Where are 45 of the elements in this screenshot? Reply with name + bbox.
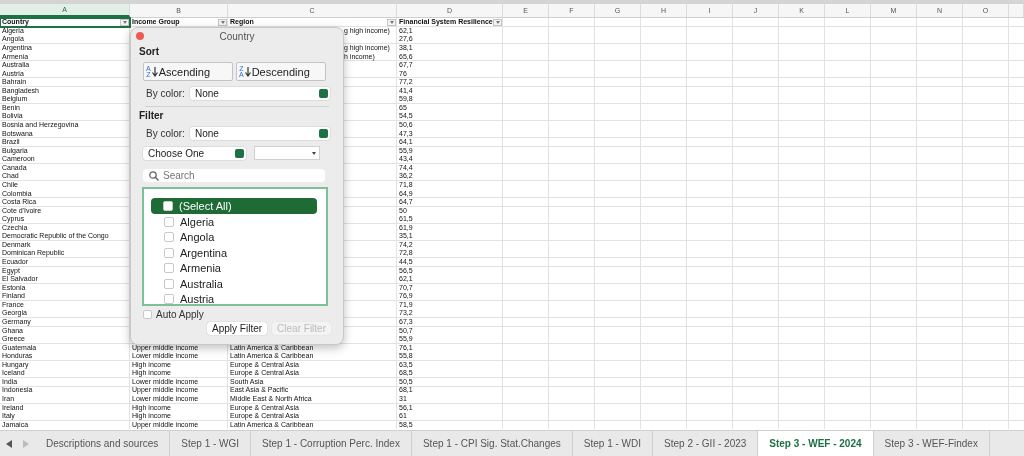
color-select[interactable]: None [189, 87, 330, 100]
checkbox[interactable] [164, 216, 174, 227]
sheet-tab[interactable]: Step 3 - WEF - 2024 [758, 431, 874, 456]
sheet-tab[interactable]: Descriptions and sources [35, 431, 171, 456]
filter-button[interactable]: Apply Filter [207, 322, 268, 335]
stepper-icon [318, 89, 328, 98]
sheet-tab[interactable]: Step 1 - WDI [572, 431, 654, 456]
scroll-left-icon [4, 438, 13, 449]
filter-button[interactable] [218, 18, 227, 26]
scroll-right-icon [22, 438, 31, 449]
value-combobox[interactable] [254, 146, 320, 160]
search-field[interactable]: Search [143, 169, 325, 182]
checkbox[interactable] [163, 201, 173, 211]
sheet-tab[interactable]: Step 1 - CPI Sig. Stat.Changes [411, 431, 573, 456]
stepper-icon [318, 129, 328, 138]
field-label: By color: [146, 88, 185, 99]
list-item[interactable]: Angola [151, 229, 317, 245]
checkbox[interactable] [143, 310, 152, 319]
list-item[interactable]: Austria [151, 291, 317, 307]
checkbox[interactable] [164, 232, 174, 243]
checkbox[interactable] [164, 278, 174, 289]
checkbox-label: Auto Apply [156, 309, 204, 320]
section-label: Sort [139, 46, 159, 57]
checkbox[interactable] [164, 294, 174, 305]
field-label: By color: [146, 128, 185, 139]
condition-select[interactable]: Choose One [143, 146, 246, 160]
sheet-tab[interactable]: Step 1 - Corruption Perc. Index [251, 431, 412, 456]
sheet-tab[interactable]: Step 1 - WGI [170, 431, 252, 456]
list-item[interactable]: Argentina [151, 245, 317, 261]
filter-button[interactable] [493, 18, 502, 26]
list-item[interactable]: Armenia [151, 260, 317, 276]
close-button[interactable] [136, 32, 144, 40]
filter-button[interactable] [120, 18, 129, 26]
filter-button[interactable] [387, 18, 396, 26]
color-select[interactable]: None [189, 127, 330, 140]
stepper-icon [235, 148, 244, 158]
search-icon [149, 171, 159, 181]
checkbox[interactable] [164, 263, 174, 274]
section-label: Filter [139, 110, 164, 121]
list-item[interactable]: Australia [151, 276, 317, 292]
popup-title: Country [219, 30, 255, 42]
sheet-tab[interactable]: Step 3 - WEF-Findex [873, 431, 990, 456]
list-item[interactable]: (Select All) [151, 198, 317, 214]
list-item[interactable]: Algeria [151, 214, 317, 230]
checkbox[interactable] [164, 247, 174, 258]
